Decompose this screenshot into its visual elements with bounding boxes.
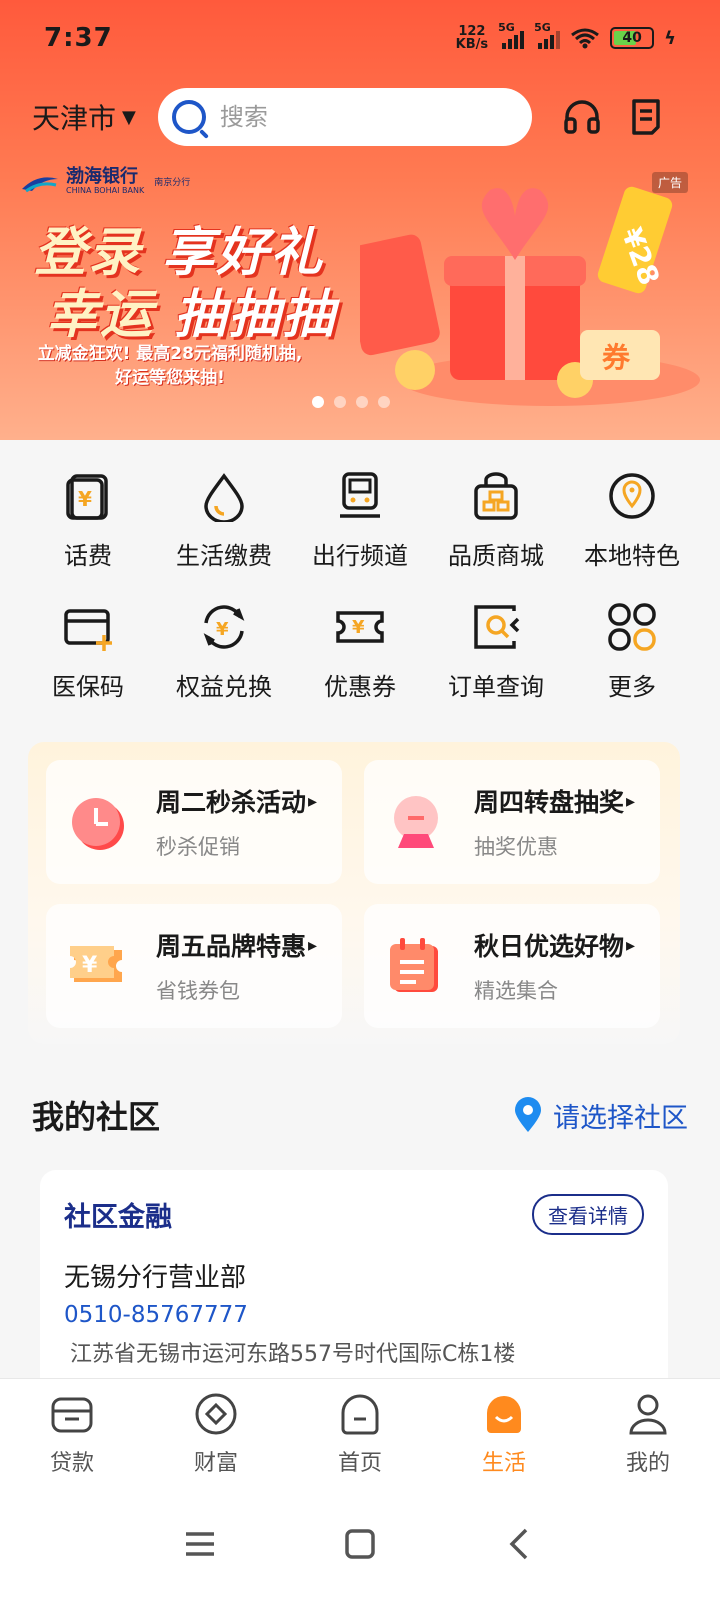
svg-text:¥: ¥ (352, 617, 365, 638)
clock-icon (72, 798, 124, 850)
order-search-icon (474, 605, 520, 649)
home-square-icon[interactable] (340, 1524, 380, 1564)
wealth-icon (195, 1393, 237, 1434)
battery-icon: 40 (610, 27, 655, 49)
promo-card-lottery[interactable]: 周四转盘抽奖 抽奖优惠 (364, 760, 660, 884)
more-apps-icon (608, 603, 656, 651)
wifi-icon (571, 28, 600, 49)
tab-mine[interactable]: 我的 (588, 1391, 708, 1477)
network-speed: 122 KB/s (455, 24, 489, 52)
bank-logo-icon (22, 176, 58, 192)
promo-card-brand-deals[interactable]: ¥ 周五品牌特惠 省钱券包 (46, 904, 342, 1028)
svg-text:¥: ¥ (82, 953, 98, 978)
promo-subtitle: 秒杀促销 (156, 835, 240, 859)
grid-item-orders[interactable]: 订单查询 (428, 601, 564, 702)
grid-item-travel[interactable]: 出行频道 (292, 470, 428, 571)
shopping-bag-icon (474, 472, 518, 520)
promo-subtitle: 抽奖优惠 (474, 835, 558, 859)
crystal-ball-icon (394, 796, 438, 848)
status-bar: 7:37 122 KB/s 5G 5G 40 ϟ (0, 0, 720, 76)
water-drop-icon (204, 473, 244, 522)
bill-icon[interactable] (626, 97, 666, 137)
tab-wealth[interactable]: 财富 (156, 1391, 276, 1477)
tab-loans[interactable]: 贷款 (12, 1391, 132, 1477)
banner-subtitle: 立减金狂欢! 最高28元福利随机抽, 好运等您来抽! (37, 344, 303, 388)
phone-bill-icon: ¥ (66, 474, 108, 520)
back-icon[interactable] (500, 1524, 540, 1564)
system-navigation (0, 1488, 720, 1600)
banner-headline-2: 幸运 抽抽抽 (46, 285, 337, 345)
gift-illustration: ¥28 券 (360, 186, 700, 406)
profile-icon (629, 1394, 667, 1434)
tab-life[interactable]: 生活 (444, 1391, 564, 1477)
city-selector[interactable]: 天津市 ▼ (32, 97, 136, 137)
train-icon (340, 472, 380, 518)
promo-subtitle: 省钱券包 (156, 979, 240, 1003)
map-pin-icon (515, 1097, 541, 1132)
promo-subtitle: 精选集合 (474, 979, 558, 1003)
life-icon (487, 1395, 521, 1433)
promo-card-autumn-picks[interactable]: 秋日优选好物 精选集合 (364, 904, 660, 1028)
bank-logo: 渤海银行 CHINA BOHAI BANK 南京分行 (20, 168, 190, 195)
branch-name: 无锡分行营业部 (64, 1263, 247, 1293)
promo-card-flash-sale[interactable]: 周二秒杀活动 秒杀促销 (46, 760, 342, 884)
grid-item-medical-code[interactable]: 医保码 (20, 601, 156, 702)
section-title: 我的社区 (32, 1098, 161, 1136)
wallet-icon (51, 1397, 93, 1432)
exchange-icon: ¥ (203, 605, 245, 649)
promo-banner[interactable]: 渤海银行 CHINA BOHAI BANK 南京分行 广告 登录 享好礼 幸运 … (0, 160, 720, 432)
medical-card-icon (64, 609, 112, 651)
weekly-promos: 周二秒杀活动 秒杀促销 周四转盘抽奖 抽奖优惠 ¥ 周五品牌特惠 省钱券包 (28, 742, 680, 1044)
top-header: 7:37 122 KB/s 5G 5G 40 ϟ 天津市 ▼ 搜索 渤海银行 C… (0, 0, 720, 440)
promo-title: 周五品牌特惠 (156, 927, 317, 963)
search-bar[interactable] (157, 88, 532, 146)
grid-item-local[interactable]: 本地特色 (564, 470, 700, 571)
community-finance-card: 社区金融 查看详情 无锡分行营业部 0510-85767777 江苏省无锡市运河… (40, 1170, 668, 1400)
promo-title: 秋日优选好物 (474, 927, 635, 963)
service-grid: ¥ 话费 生活缴费 出行频道 品质商城 本地特色 医保码 ¥ 权益兑换 ¥ 优惠… (20, 470, 700, 702)
view-details-button[interactable]: 查看详情 (532, 1194, 644, 1235)
branch-address: 江苏省无锡市运河东路557号时代国际C栋1楼 (70, 1342, 516, 1367)
caret-down-icon: ▼ (122, 106, 136, 128)
charging-icon: ϟ (664, 27, 676, 49)
community-header: 我的社区 请选择社区 (32, 1090, 688, 1140)
banner-pagination (312, 396, 390, 408)
svg-text:¥: ¥ (216, 619, 229, 640)
grid-item-phone-fee[interactable]: ¥ 话费 (20, 470, 156, 571)
status-time: 7:37 (44, 23, 113, 53)
bottom-nav: 贷款 财富 首页 生活 我的 (0, 1378, 720, 1488)
branch-phone[interactable]: 0510-85767777 (64, 1302, 644, 1328)
ticket-icon: ¥ (336, 611, 384, 643)
select-community-link[interactable]: 请选择社区 (513, 1096, 688, 1135)
signal-icon: 5G (498, 21, 525, 49)
promo-title: 周四转盘抽奖 (474, 783, 635, 819)
signal-icon: 5G (534, 21, 561, 49)
tab-home[interactable]: 首页 (300, 1391, 420, 1477)
coupon-icon: ¥ (70, 946, 122, 982)
svg-text:券: 券 (602, 341, 631, 374)
headset-icon[interactable] (562, 97, 602, 137)
location-icon (609, 473, 655, 519)
card-title: 社区金融 (64, 1202, 172, 1233)
search-input[interactable] (219, 103, 510, 131)
grid-item-rights-exchange[interactable]: ¥ 权益兑换 (156, 601, 292, 702)
grid-item-utilities[interactable]: 生活缴费 (156, 470, 292, 571)
svg-text:¥: ¥ (78, 487, 92, 511)
search-icon (171, 100, 206, 134)
grid-item-coupons[interactable]: ¥ 优惠券 (292, 601, 428, 702)
calendar-list-icon (390, 938, 438, 992)
promo-title: 周二秒杀活动 (156, 783, 317, 819)
grid-item-more[interactable]: 更多 (564, 601, 700, 702)
menu-icon[interactable] (180, 1524, 220, 1564)
home-icon (341, 1394, 379, 1434)
grid-item-mall[interactable]: 品质商城 (428, 470, 564, 571)
